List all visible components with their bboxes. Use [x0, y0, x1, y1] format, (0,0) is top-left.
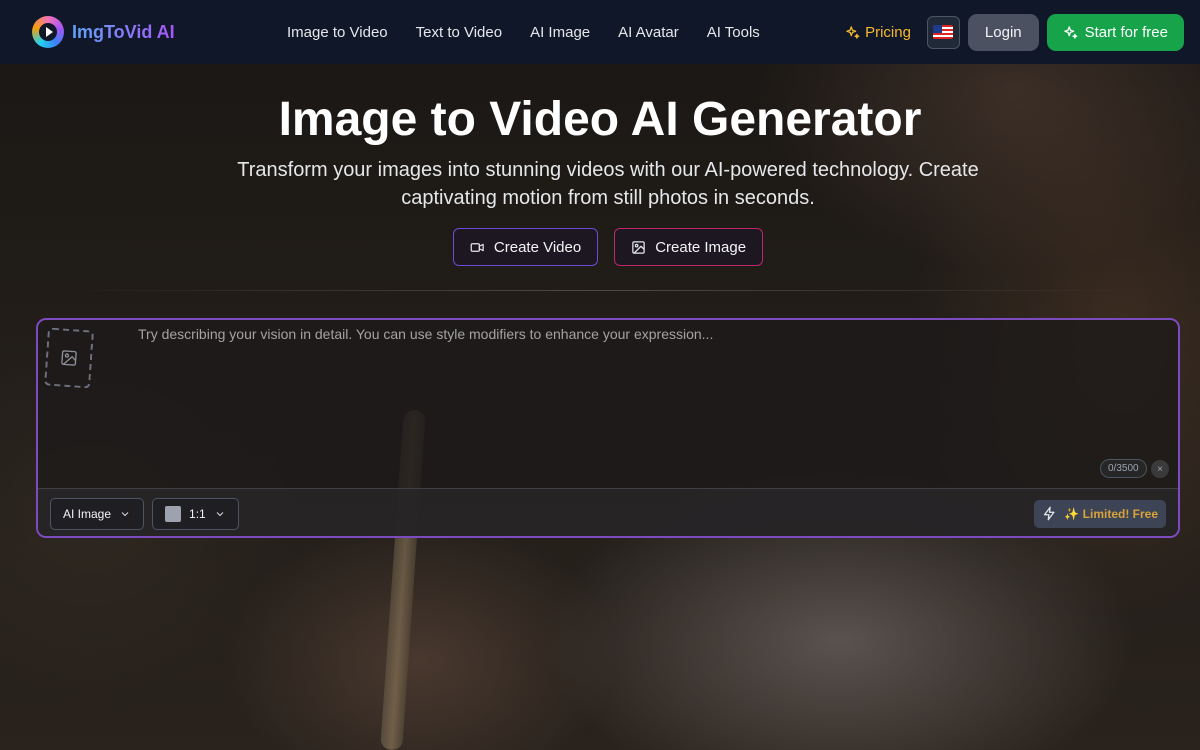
sparkles-icon [846, 25, 860, 39]
start-for-free-label: Start for free [1084, 23, 1168, 41]
prompt-toolbar: AI Image 1:1 ✨ Limited! Free [38, 488, 1178, 536]
logo-icon [32, 16, 64, 48]
page-title: Image to Video AI Generator [278, 93, 922, 146]
prompt-panel: 0/3500 × AI Image 1:1 ✨ Limited! Free [36, 318, 1180, 538]
video-camera-icon [470, 242, 484, 252]
image-icon [632, 240, 645, 254]
nav-item-image-to-video[interactable]: Image to Video [287, 24, 388, 41]
us-flag-icon [933, 25, 954, 39]
create-image-label: Create Image [655, 238, 747, 256]
brand-logo[interactable]: ImgToVid AI [32, 16, 287, 48]
top-header: ImgToVid AI Image to Video Text to Video… [0, 0, 1200, 64]
start-for-free-button[interactable]: Start for free [1046, 13, 1184, 51]
prompt-input[interactable] [138, 326, 1098, 456]
login-button[interactable]: Login [967, 13, 1039, 51]
chevron-down-icon [121, 511, 129, 516]
character-counter: 0/3500 [1100, 459, 1147, 478]
nav-item-ai-avatar[interactable]: AI Avatar [618, 24, 679, 41]
brand-name: ImgToVid AI [72, 21, 175, 42]
main-nav: Image to Video Text to Video AI Image AI… [287, 24, 760, 41]
clear-prompt-button[interactable]: × [1151, 460, 1169, 478]
model-select-value: AI Image [63, 506, 112, 521]
create-image-button[interactable]: Create Image [614, 228, 764, 266]
pricing-link[interactable]: Pricing [845, 24, 911, 41]
nav-item-ai-tools[interactable]: AI Tools [707, 24, 760, 41]
section-divider [60, 290, 1140, 291]
sparkles-icon [1063, 25, 1077, 39]
lightning-icon [1044, 506, 1055, 521]
language-button[interactable] [926, 15, 960, 49]
create-video-button[interactable]: Create Video [452, 228, 599, 266]
generate-button[interactable]: ✨ Limited! Free [1034, 499, 1166, 528]
image-upload-slot[interactable] [44, 327, 94, 389]
mode-buttons: Create Video Create Image [0, 228, 1200, 266]
chevron-down-icon [216, 511, 224, 516]
header-actions: Pricing Login Start for free [845, 13, 1184, 51]
limited-free-badge: ✨ Limited! Free [1064, 506, 1158, 521]
create-video-label: Create Video [493, 238, 582, 256]
pricing-label: Pricing [865, 23, 911, 41]
model-select[interactable]: AI Image [50, 497, 145, 530]
aspect-ratio-swatch-icon [165, 505, 182, 522]
aspect-ratio-select[interactable]: 1:1 [152, 497, 239, 530]
page-subtitle: Transform your images into stunning vide… [237, 159, 979, 209]
nav-item-ai-image[interactable]: AI Image [530, 24, 590, 41]
nav-item-text-to-video[interactable]: Text to Video [416, 24, 502, 41]
aspect-ratio-value: 1:1 [189, 506, 206, 521]
image-upload-icon [61, 350, 77, 366]
